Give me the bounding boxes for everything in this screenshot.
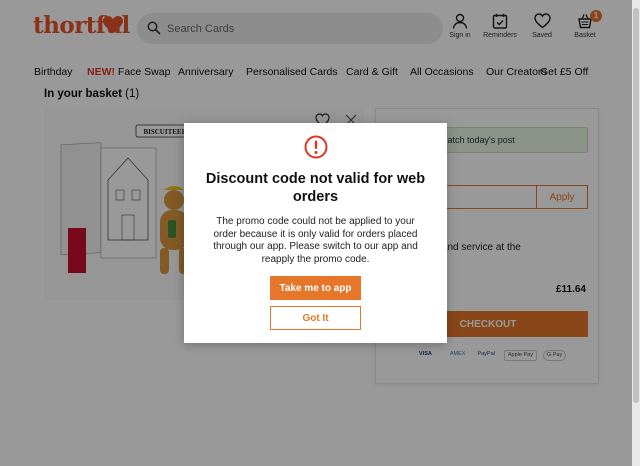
- take-me-to-app-button[interactable]: Take me to app: [270, 276, 361, 300]
- modal-message: The promo code could not be applied to y…: [213, 216, 418, 265]
- scrollbar-thumb[interactable]: [633, 8, 639, 403]
- got-it-button[interactable]: Got It: [270, 306, 361, 330]
- discount-error-modal: Discount code not valid for web orders T…: [184, 123, 447, 343]
- alert-circle-icon: [304, 135, 328, 159]
- page-scrollbar[interactable]: [632, 0, 640, 466]
- modal-title: Discount code not valid for web orders: [205, 171, 426, 205]
